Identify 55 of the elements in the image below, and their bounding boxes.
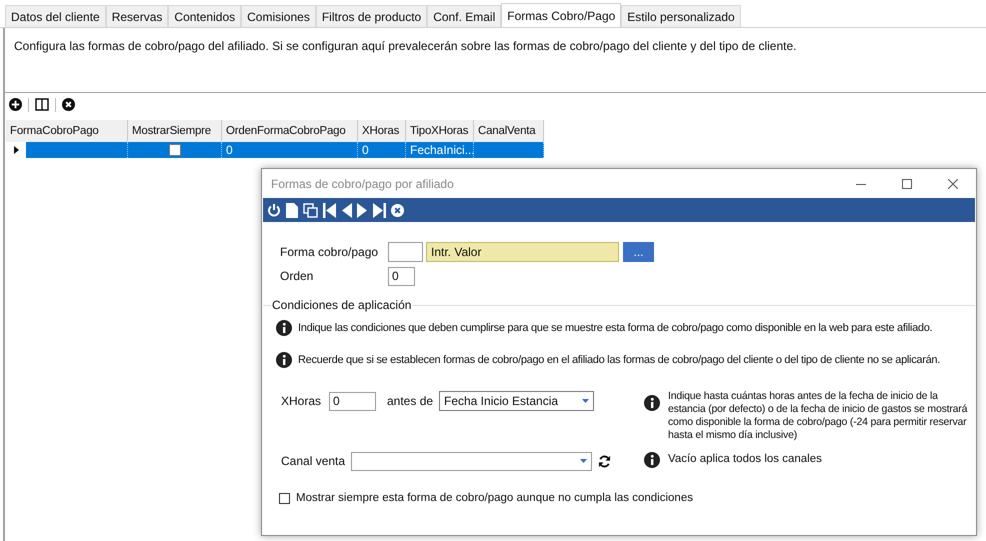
info-icon (644, 452, 660, 468)
code-input[interactable] (388, 242, 423, 262)
grid-row[interactable]: 0 0 FechaInici... (6, 142, 544, 158)
delete-icon[interactable] (62, 98, 75, 111)
field-label: Canal venta (281, 453, 346, 470)
row-pointer-icon (14, 146, 18, 154)
checkbox[interactable] (279, 493, 290, 504)
tab[interactable]: Reservas (106, 5, 168, 27)
grid-cell: 0 (362, 142, 369, 158)
info-text: Vacío aplica todos los canales (668, 452, 822, 467)
next-icon[interactable] (357, 202, 368, 218)
window-title: Formas de cobro/pago por afiliado (271, 176, 454, 192)
tab[interactable]: Conf. Email (427, 5, 502, 27)
dropdown-arrow-icon (582, 399, 589, 403)
tab[interactable]: Formas Cobro/Pago (501, 3, 622, 27)
tab[interactable]: Datos del cliente (5, 5, 106, 27)
hours-input[interactable]: 0 (329, 392, 376, 410)
channel-dropdown[interactable] (351, 452, 592, 470)
description-text: Configura las formas de cobro/pago del afiliado. Si se configuran aquí prevalecerán sobre las formas de cobro/pago del cliente y del tipo de cliente. (13, 38, 798, 55)
checkbox-label: Mostrar siempre esta forma de cobro/pago aunque no cumpla las condiciones (296, 491, 693, 506)
order-input[interactable]: 0 (388, 266, 415, 286)
browse-button[interactable]: ... (623, 242, 654, 262)
tab[interactable]: Estilo personalizado (621, 5, 741, 27)
dropdown-arrow-icon (580, 459, 587, 463)
info-text: Recuerde que si se establecen formas de cobro/pago en el afiliado las formas de cobro/pago del cliente o del tipo de cliente no se aplicarán. (298, 352, 940, 368)
previous-icon[interactable] (341, 202, 352, 218)
date-type-dropdown[interactable]: Fecha Inicio Estancia (439, 391, 594, 411)
columns-icon[interactable] (35, 98, 49, 111)
tab[interactable]: Filtros de producto (316, 5, 428, 27)
info-icon (644, 395, 660, 411)
name-input[interactable]: Intr. Valor (426, 242, 619, 262)
grid-cell: FechaInici... (410, 142, 475, 158)
last-record-icon[interactable] (373, 202, 386, 218)
cancel-icon[interactable] (391, 204, 404, 216)
copy-icon[interactable] (303, 202, 318, 218)
info-text: Indique las condiciones que deben cumplirse para que se muestre esta forma de cobro/pago como disponible en la web para este afiliado. (298, 320, 932, 336)
grid-cell: 0 (226, 142, 233, 158)
close-icon[interactable] (948, 178, 958, 188)
add-icon[interactable] (9, 98, 22, 111)
maximize-icon[interactable] (902, 178, 912, 188)
tab[interactable]: Contenidos (168, 5, 242, 27)
new-document-icon[interactable] (286, 202, 298, 218)
field-label: Orden (280, 268, 314, 285)
refresh-icon[interactable] (598, 454, 611, 468)
field-label: Forma cobro/pago (280, 244, 380, 261)
first-record-icon[interactable] (323, 202, 336, 218)
info-text: Indique hasta cuántas horas antes de la fecha de inicio de la estancia (por defecto) o de la fecha de inicio de gastos se mostrará como disponible la forma de cobro/pago (-24 para permitir reservar hasta el mismo día inclusive) (668, 390, 968, 442)
field-label: antes de (387, 393, 434, 410)
tab[interactable]: Comisiones (241, 5, 316, 27)
field-label: XHoras (281, 393, 322, 410)
section-title: Condiciones de aplicación (271, 298, 412, 312)
checkbox[interactable] (168, 144, 180, 156)
power-icon[interactable] (267, 203, 281, 217)
info-icon (276, 352, 292, 368)
info-icon (276, 320, 292, 336)
